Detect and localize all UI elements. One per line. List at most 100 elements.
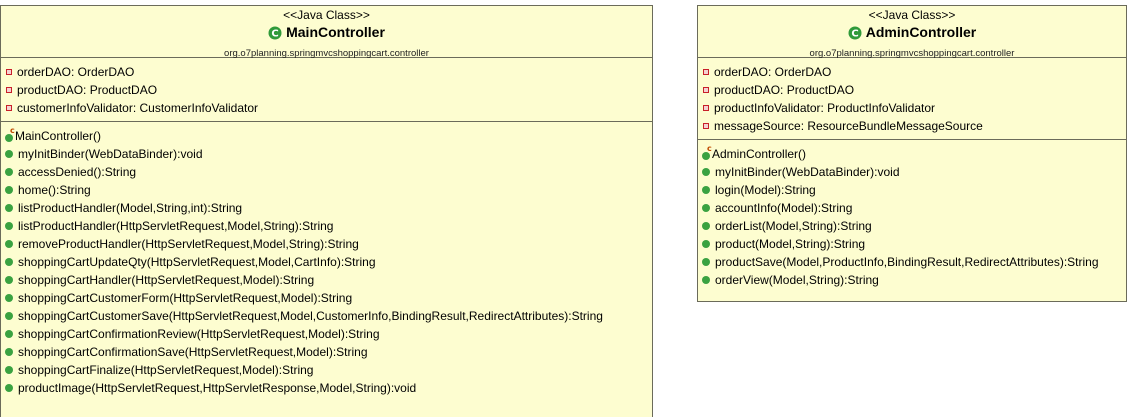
stereotype-label: <<Java Class>>	[868, 8, 956, 22]
method-text: shoppingCartFinalize(HttpServletRequest,…	[18, 363, 314, 377]
method-text: shoppingCartHandler(HttpServletRequest,M…	[18, 273, 315, 287]
public-method-icon	[5, 294, 13, 302]
class-name: AdminController	[865, 24, 977, 40]
constructor-text: AdminController()	[712, 147, 807, 161]
class-name: MainController	[286, 24, 385, 40]
method-text: shoppingCartConfirmationReview(HttpServl…	[18, 327, 380, 341]
public-method-icon	[5, 366, 13, 374]
method-text: orderView(Model,String):String	[715, 273, 879, 287]
method-text: orderList(Model,String):String	[715, 219, 872, 233]
public-method-icon	[5, 150, 13, 158]
method-row: myInitBinder(WebDataBinder):void	[1, 145, 652, 163]
private-field-icon	[6, 87, 12, 93]
attribute-text: orderDAO: OrderDAO	[714, 65, 832, 79]
method-text: accountInfo(Model):String	[715, 201, 853, 215]
method-row: shoppingCartUpdateQty(HttpServletRequest…	[1, 253, 652, 271]
public-method-icon	[5, 168, 13, 176]
method-text: listProductHandler(Model,String,int):Str…	[18, 201, 243, 215]
public-method-icon	[702, 204, 710, 212]
method-row: orderList(Model,String):String	[698, 217, 1126, 235]
public-method-icon	[702, 240, 710, 248]
public-method-icon	[702, 276, 710, 284]
public-method-icon	[5, 276, 13, 284]
attribute-row: messageSource: ResourceBundleMessageSour…	[698, 117, 1126, 135]
method-row: shoppingCartCustomerSave(HttpServletRequ…	[1, 307, 652, 325]
svg-text:C: C	[851, 28, 858, 39]
method-text: accessDenied():String	[18, 165, 137, 179]
method-row: login(Model):String	[698, 181, 1126, 199]
svg-text:C: C	[271, 28, 278, 39]
class-title: C MainController	[268, 24, 385, 41]
class-c-icon: C	[268, 26, 282, 39]
attribute-text: productDAO: ProductDAO	[714, 83, 855, 97]
method-row: accessDenied():String	[1, 163, 652, 181]
class-c-icon: C	[848, 26, 862, 39]
private-field-icon	[703, 123, 709, 129]
class-header: <<Java Class>> C MainController org.o7pl…	[1, 6, 652, 59]
attribute-text: customerInfoValidator: CustomerInfoValid…	[17, 101, 259, 115]
constructor-icon: c	[5, 126, 15, 143]
attribute-row: productDAO: ProductDAO	[1, 81, 652, 99]
attribute-row: productDAO: ProductDAO	[698, 81, 1126, 99]
method-text: myInitBinder(WebDataBinder):void	[715, 165, 900, 179]
method-row: productSave(Model,ProductInfo,BindingRes…	[698, 253, 1126, 271]
public-method-icon	[5, 222, 13, 230]
public-method-icon	[5, 312, 13, 320]
constructor-text: MainController()	[15, 129, 102, 143]
public-method-icon	[5, 186, 13, 194]
attribute-text: orderDAO: OrderDAO	[17, 65, 135, 79]
class-box-admin-controller[interactable]: <<Java Class>> C AdminController org.o7p…	[697, 5, 1127, 302]
method-text: home():String	[18, 183, 91, 197]
private-field-icon	[6, 105, 12, 111]
stereotype-label: <<Java Class>>	[283, 8, 370, 22]
public-method-icon	[702, 258, 710, 266]
public-method-icon	[702, 186, 710, 194]
method-text: shoppingCartConfirmationSave(HttpServlet…	[18, 345, 368, 359]
public-method-icon	[5, 330, 13, 338]
methods-compartment: c AdminController() myInitBinder(WebDataBi…	[698, 140, 1126, 293]
method-text: login(Model):String	[715, 183, 816, 197]
attribute-text: productDAO: ProductDAO	[17, 83, 158, 97]
method-row: listProductHandler(HttpServletRequest,Mo…	[1, 217, 652, 235]
method-text: removeProductHandler(HttpServletRequest,…	[18, 237, 359, 251]
public-method-icon	[5, 348, 13, 356]
method-text: myInitBinder(WebDataBinder):void	[18, 147, 203, 161]
constructor-row: c AdminController()	[698, 144, 1126, 163]
attribute-text: productInfoValidator: ProductInfoValidat…	[714, 101, 936, 115]
method-text: shoppingCartCustomerSave(HttpServletRequ…	[18, 309, 603, 323]
public-method-icon	[5, 258, 13, 266]
class-header: <<Java Class>> C AdminController org.o7p…	[698, 6, 1126, 59]
class-box-main-controller[interactable]: <<Java Class>> C MainController org.o7pl…	[0, 5, 653, 417]
public-method-icon	[5, 204, 13, 212]
method-row: productImage(HttpServletRequest,HttpServ…	[1, 379, 652, 397]
public-method-icon	[702, 168, 710, 176]
constructor-row: c MainController()	[1, 126, 652, 145]
method-row: shoppingCartConfirmationSave(HttpServlet…	[1, 343, 652, 361]
private-field-icon	[6, 69, 12, 75]
public-method-icon	[5, 384, 13, 392]
public-method-icon	[702, 222, 710, 230]
method-text: productImage(HttpServletRequest,HttpServ…	[18, 381, 417, 395]
method-text: listProductHandler(HttpServletRequest,Mo…	[18, 219, 334, 233]
method-row: accountInfo(Model):String	[698, 199, 1126, 217]
public-method-icon	[5, 240, 13, 248]
private-field-icon	[703, 87, 709, 93]
method-row: shoppingCartConfirmationReview(HttpServl…	[1, 325, 652, 343]
class-title: C AdminController	[848, 24, 976, 41]
method-text: productSave(Model,ProductInfo,BindingRes…	[715, 255, 1099, 269]
method-text: product(Model,String):String	[715, 237, 866, 251]
methods-compartment: c MainController() myInitBinder(WebDataBin…	[1, 122, 652, 401]
attribute-row: orderDAO: OrderDAO	[698, 63, 1126, 81]
attribute-row: productInfoValidator: ProductInfoValidat…	[698, 99, 1126, 117]
method-row: shoppingCartHandler(HttpServletRequest,M…	[1, 271, 652, 289]
method-row: home():String	[1, 181, 652, 199]
method-text: shoppingCartUpdateQty(HttpServletRequest…	[18, 255, 376, 269]
method-row: shoppingCartCustomerForm(HttpServletRequ…	[1, 289, 652, 307]
private-field-icon	[703, 105, 709, 111]
attributes-compartment: orderDAO: OrderDAO productDAO: ProductDAO…	[1, 58, 652, 122]
private-field-icon	[703, 69, 709, 75]
attributes-compartment: orderDAO: OrderDAO productDAO: ProductDAO…	[698, 58, 1126, 140]
constructor-icon: c	[702, 144, 712, 161]
method-row: removeProductHandler(HttpServletRequest,…	[1, 235, 652, 253]
method-row: product(Model,String):String	[698, 235, 1126, 253]
